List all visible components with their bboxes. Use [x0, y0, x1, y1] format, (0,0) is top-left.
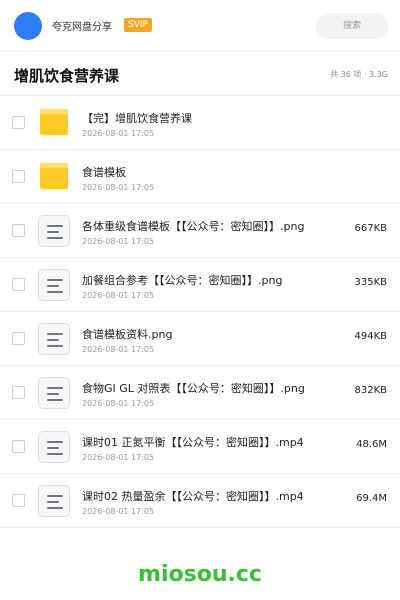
document-icon [38, 215, 70, 247]
item-name[interactable]: 课时02 热量盈余【【公众号：密知圈】】.mp4 [82, 490, 332, 504]
item-name[interactable]: 食物GI GL 对照表【【公众号：密知圈】】.png [82, 382, 332, 396]
list-item[interactable]: 【完】增肌饮食营养课 2026-08-01 17:05 [0, 96, 400, 150]
list-item[interactable]: 课时01 正氮平衡【【公众号：密知圈】】.mp4 2026-08-01 17:0… [0, 420, 400, 474]
document-icon [38, 269, 70, 301]
item-checkbox[interactable] [12, 386, 25, 399]
list-item[interactable]: 食谱模板资料.png 2026-08-01 17:05 494KB [0, 312, 400, 366]
item-date: 2026-08-01 17:05 [82, 399, 155, 408]
avatar[interactable] [14, 12, 42, 40]
item-name[interactable]: 各体重级食谱模板【【公众号：密知圈】】.png [82, 220, 332, 234]
item-date: 2026-08-01 17:05 [82, 507, 155, 516]
folder-icon [40, 163, 68, 191]
list-item[interactable]: 课时02 热量盈余【【公众号：密知圈】】.mp4 2026-08-01 17:0… [0, 474, 400, 528]
item-checkbox[interactable] [12, 332, 25, 345]
item-checkbox[interactable] [12, 494, 25, 507]
item-size: 335KB [354, 277, 387, 288]
folder-summary: 共 36 项 · 3.3G [330, 70, 388, 79]
item-name[interactable]: 【完】增肌饮食营养课 [82, 112, 332, 126]
owner-name[interactable]: 夸克网盘分享 [52, 18, 112, 33]
item-name[interactable]: 加餐组合参考【【公众号：密知圈】】.png [82, 274, 332, 288]
document-icon [38, 485, 70, 517]
item-size: 48.6M [356, 439, 387, 450]
file-list: 【完】增肌饮食营养课 2026-08-01 17:05 食谱模板 2026-08… [0, 96, 400, 528]
item-checkbox[interactable] [12, 116, 25, 129]
item-checkbox[interactable] [12, 440, 25, 453]
search-button[interactable]: 搜索 [316, 13, 388, 39]
list-item[interactable]: 各体重级食谱模板【【公众号：密知圈】】.png 2026-08-01 17:05… [0, 204, 400, 258]
list-item[interactable]: 食物GI GL 对照表【【公众号：密知圈】】.png 2026-08-01 17… [0, 366, 400, 420]
list-item[interactable]: 食谱模板 2026-08-01 17:05 [0, 150, 400, 204]
list-item[interactable]: 加餐组合参考【【公众号：密知圈】】.png 2026-08-01 17:05 3… [0, 258, 400, 312]
item-date: 2026-08-01 17:05 [82, 129, 155, 138]
document-icon [38, 377, 70, 409]
item-date: 2026-08-01 17:05 [82, 345, 155, 354]
document-icon [38, 323, 70, 355]
item-checkbox[interactable] [12, 224, 25, 237]
item-name[interactable]: 课时01 正氮平衡【【公众号：密知圈】】.mp4 [82, 436, 332, 450]
document-icon [38, 431, 70, 463]
item-date: 2026-08-01 17:05 [82, 183, 155, 192]
item-checkbox[interactable] [12, 170, 25, 183]
item-name[interactable]: 食谱模板资料.png [82, 328, 332, 342]
item-date: 2026-08-01 17:05 [82, 291, 155, 300]
item-name[interactable]: 食谱模板 [82, 166, 332, 180]
share-header: 夸克网盘分享 SVIP 搜索 [0, 0, 400, 52]
item-date: 2026-08-01 17:05 [82, 237, 155, 246]
item-size: 69.4M [356, 493, 387, 504]
item-date: 2026-08-01 17:05 [82, 453, 155, 462]
folder-icon [40, 109, 68, 137]
item-checkbox[interactable] [12, 278, 25, 291]
page-title: 增肌饮食营养课 [14, 67, 120, 85]
item-size: 667KB [354, 223, 387, 234]
title-row: 增肌饮食营养课 共 36 项 · 3.3G [0, 52, 400, 96]
watermark-text: miosou.cc [138, 562, 262, 587]
item-size: 494KB [354, 331, 387, 342]
svip-badge: SVIP [124, 18, 152, 32]
item-size: 832KB [354, 385, 387, 396]
